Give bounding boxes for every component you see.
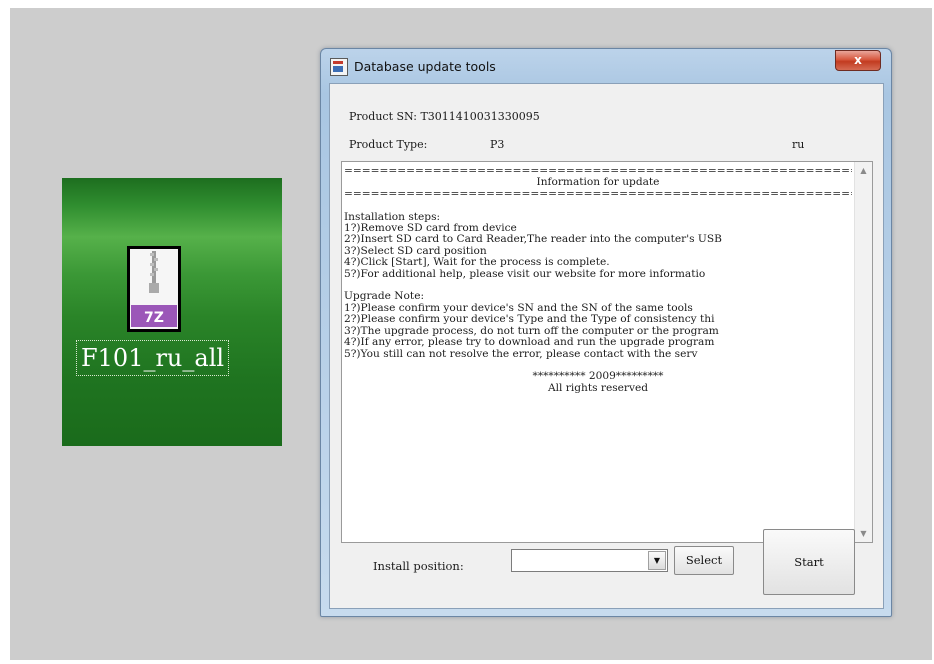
install-steps-title: Installation steps: bbox=[344, 210, 441, 223]
product-type-label: Product Type: bbox=[349, 138, 428, 151]
upgrade-note-title: Upgrade Note: bbox=[344, 290, 425, 303]
close-icon: x bbox=[854, 53, 862, 67]
dialog-client-area: Product SN: T3011410031330095 Product Ty… bbox=[329, 83, 884, 609]
install-position-dropdown[interactable]: ▼ bbox=[511, 549, 668, 572]
window-title: Database update tools bbox=[354, 59, 496, 74]
region-value: ru bbox=[792, 138, 805, 151]
app-icon bbox=[330, 58, 348, 76]
upgrade-note: 1?)Please confirm your device's SN and t… bbox=[344, 301, 693, 314]
info-rule-bottom: ========================================… bbox=[344, 187, 852, 200]
select-button[interactable]: Select bbox=[674, 546, 734, 575]
upgrade-note: 5?)You still can not resolve the error, … bbox=[344, 347, 698, 360]
install-step: 3?)Select SD card position bbox=[344, 244, 487, 257]
title-bar[interactable]: Database update tools x bbox=[321, 49, 891, 83]
product-sn: Product SN: T3011410031330095 bbox=[349, 110, 540, 123]
info-rule-top: ========================================… bbox=[344, 166, 852, 177]
update-info-textbox[interactable]: ========================================… bbox=[341, 161, 873, 543]
scroll-up-icon[interactable]: ▲ bbox=[855, 162, 872, 179]
copyright-line-2: All rights reserved bbox=[547, 381, 649, 394]
copyright-line-1: ********** 2009********* bbox=[532, 370, 664, 383]
install-step: 2?)Insert SD card to Card Reader,The rea… bbox=[344, 233, 722, 246]
start-button[interactable]: Start bbox=[763, 529, 855, 595]
vertical-scrollbar[interactable]: ▲ ▼ bbox=[854, 162, 872, 542]
upgrade-note: 2?)Please confirm your device's Type and… bbox=[344, 313, 715, 326]
desktop-file-name[interactable]: F101_ru_all bbox=[76, 340, 230, 376]
product-type-value: P3 bbox=[490, 138, 505, 151]
dialog-window: Database update tools x Product SN: T301… bbox=[320, 48, 892, 617]
product-sn-label: Product SN: bbox=[349, 110, 417, 123]
update-info-text: ========================================… bbox=[344, 166, 852, 394]
install-step: 4?)Click [Start], Wait for the process i… bbox=[344, 256, 610, 269]
scroll-down-icon[interactable]: ▼ bbox=[855, 525, 872, 542]
file-badge: 7Z bbox=[144, 310, 164, 326]
install-position-label: Install position: bbox=[373, 559, 464, 573]
install-step: 1?)Remove SD card from device bbox=[344, 222, 517, 235]
product-sn-value: T3011410031330095 bbox=[420, 110, 540, 123]
dropdown-arrow-icon[interactable]: ▼ bbox=[648, 551, 666, 570]
upgrade-note: 3?)The upgrade process, do not turn off … bbox=[344, 324, 719, 337]
install-step: 5?)For additional help, please visit our… bbox=[344, 267, 706, 280]
close-button[interactable]: x bbox=[835, 50, 881, 71]
7z-archive-icon[interactable]: 7Z bbox=[126, 245, 182, 333]
upgrade-note: 4?)If any error, please try to download … bbox=[344, 336, 715, 349]
